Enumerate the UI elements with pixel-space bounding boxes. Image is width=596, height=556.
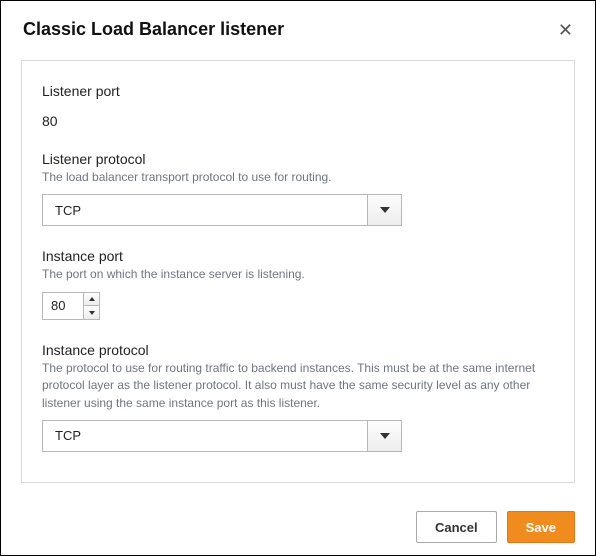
- instance-protocol-select[interactable]: TCP: [42, 420, 402, 452]
- chevron-down-icon[interactable]: [367, 195, 401, 225]
- instance-port-block: Instance port The port on which the inst…: [42, 248, 554, 319]
- instance-port-value: 80: [43, 293, 83, 319]
- listener-protocol-label: Listener protocol: [42, 151, 554, 167]
- instance-protocol-block: Instance protocol The protocol to use fo…: [42, 342, 554, 452]
- listener-protocol-help: The load balancer transport protocol to …: [42, 169, 554, 186]
- step-up-icon[interactable]: [84, 293, 99, 306]
- close-icon[interactable]: ✕: [558, 21, 573, 39]
- listener-port-label: Listener port: [42, 83, 554, 99]
- instance-port-help: The port on which the instance server is…: [42, 266, 554, 283]
- listener-port-block: Listener port 80: [42, 83, 554, 129]
- form-panel: Listener port 80 Listener protocol The l…: [21, 60, 575, 483]
- listener-port-value: 80: [42, 113, 554, 129]
- listener-protocol-block: Listener protocol The load balancer tran…: [42, 151, 554, 226]
- listener-protocol-select[interactable]: TCP: [42, 194, 402, 226]
- instance-port-stepper[interactable]: 80: [42, 292, 100, 320]
- listener-protocol-value: TCP: [43, 195, 367, 225]
- instance-protocol-label: Instance protocol: [42, 342, 554, 358]
- instance-port-label: Instance port: [42, 248, 554, 264]
- stepper-buttons: [83, 293, 99, 319]
- step-down-icon[interactable]: [84, 305, 99, 319]
- dialog-header: Classic Load Balancer listener ✕: [1, 1, 595, 52]
- cancel-button[interactable]: Cancel: [416, 511, 497, 543]
- dialog-footer: Cancel Save: [416, 511, 575, 543]
- instance-protocol-value: TCP: [43, 421, 367, 451]
- dialog-title: Classic Load Balancer listener: [23, 19, 284, 40]
- save-button[interactable]: Save: [507, 511, 575, 543]
- instance-protocol-help: The protocol to use for routing traffic …: [42, 360, 554, 412]
- chevron-down-icon[interactable]: [367, 421, 401, 451]
